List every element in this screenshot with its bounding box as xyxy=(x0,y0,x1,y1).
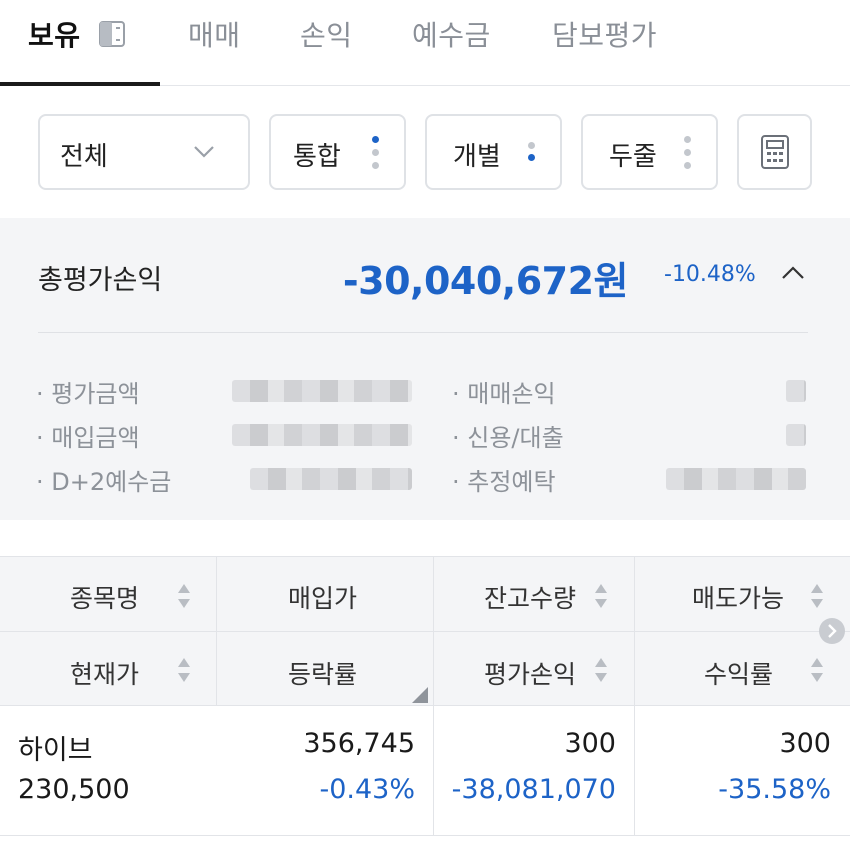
credit-loan-label: · 신용/대출 xyxy=(452,424,564,452)
balance-qty: 300 xyxy=(564,728,616,759)
total-eval-pl-value: -30,040,672원 xyxy=(342,259,629,303)
eval-pl: -38,081,070 xyxy=(451,774,616,805)
option-individual-label: 개별 xyxy=(453,142,501,172)
sort-icon[interactable] xyxy=(594,657,608,683)
option-integrated-label: 통합 xyxy=(293,142,341,172)
stock-name: 하이브 xyxy=(18,735,93,766)
d2-deposit-label: · D+2예수금 xyxy=(36,468,172,496)
scope-dropdown-label: 전체 xyxy=(60,142,108,172)
current-price: 230,500 xyxy=(18,774,130,805)
eval-amount-label: · 평가금액 xyxy=(36,380,140,408)
option-individual-button[interactable]: 개별 xyxy=(425,114,562,190)
more-vertical-icon xyxy=(372,136,380,170)
sort-icon[interactable] xyxy=(594,583,608,609)
filter-bar: 전체 통합 개별 두줄 xyxy=(0,86,850,218)
tab-trade[interactable]: 매매 xyxy=(188,14,241,54)
change-rate: -0.43% xyxy=(319,774,415,805)
header-buy-price[interactable]: 매입가 xyxy=(288,579,357,615)
header-current-price[interactable]: 현재가 xyxy=(70,655,139,691)
tab-deposit[interactable]: 예수금 xyxy=(412,14,491,54)
estimated-deposit-label: · 추정예탁 xyxy=(452,468,556,496)
option-integrated-button[interactable]: 통합 xyxy=(269,114,406,190)
divider xyxy=(38,332,808,333)
tab-collateral[interactable]: 담보평가 xyxy=(552,14,657,54)
total-eval-pl-rate: -10.48% xyxy=(664,262,756,287)
sort-icon[interactable] xyxy=(177,583,191,609)
redacted-value xyxy=(786,380,806,402)
redacted-value xyxy=(666,468,806,490)
redacted-value xyxy=(232,380,412,402)
resize-corner-icon xyxy=(412,687,428,703)
redacted-value xyxy=(250,468,412,490)
header-stock-name[interactable]: 종목명 xyxy=(70,579,139,615)
chevron-down-icon xyxy=(194,146,214,158)
redacted-value xyxy=(232,424,412,446)
return-rate: -35.58% xyxy=(718,774,831,805)
header-eval-pl[interactable]: 평가손익 xyxy=(484,655,576,691)
summary-panel: 총평가손익 -30,040,672원 -10.48% · 평가금액 · 매입금액… xyxy=(0,218,850,520)
sort-icon[interactable] xyxy=(177,657,191,683)
table-row[interactable]: 하이브 230,500 356,745 -0.43% 300 -38,081,0… xyxy=(0,706,850,836)
more-vertical-icon xyxy=(684,136,692,170)
sellable-qty: 300 xyxy=(779,728,831,759)
header-return-rate[interactable]: 수익률 xyxy=(704,655,773,691)
trade-pl-label: · 매매손익 xyxy=(452,380,556,408)
calculator-icon xyxy=(761,135,789,169)
header-sellable[interactable]: 매도가능 xyxy=(692,579,784,615)
purchase-amount-label: · 매입금액 xyxy=(36,424,140,452)
redacted-value xyxy=(786,424,806,446)
buy-price: 356,745 xyxy=(303,728,415,759)
chevron-up-icon[interactable] xyxy=(780,262,806,284)
tab-bar: 보유 매매 손익 예수금 담보평가 xyxy=(0,0,850,86)
split-view-icon[interactable] xyxy=(98,20,128,48)
option-two-line-label: 두줄 xyxy=(609,142,657,172)
sort-icon[interactable] xyxy=(810,583,824,609)
header-balance-qty[interactable]: 잔고수량 xyxy=(484,579,576,615)
total-eval-pl-label: 총평가손익 xyxy=(38,265,163,296)
option-two-line-button[interactable]: 두줄 xyxy=(581,114,718,190)
tab-profit-loss[interactable]: 손익 xyxy=(300,14,353,54)
calculator-button[interactable] xyxy=(737,114,812,190)
scope-dropdown[interactable]: 전체 xyxy=(38,114,250,190)
header-change-rate[interactable]: 등락률 xyxy=(288,655,357,691)
sort-icon[interactable] xyxy=(810,657,824,683)
more-vertical-icon xyxy=(528,142,536,176)
scroll-right-icon[interactable] xyxy=(818,617,846,645)
tab-holdings[interactable]: 보유 xyxy=(28,14,81,54)
holdings-table-header: 종목명 매입가 잔고수량 매도가능 현재가 등락률 평가손익 수익률 xyxy=(0,556,850,707)
